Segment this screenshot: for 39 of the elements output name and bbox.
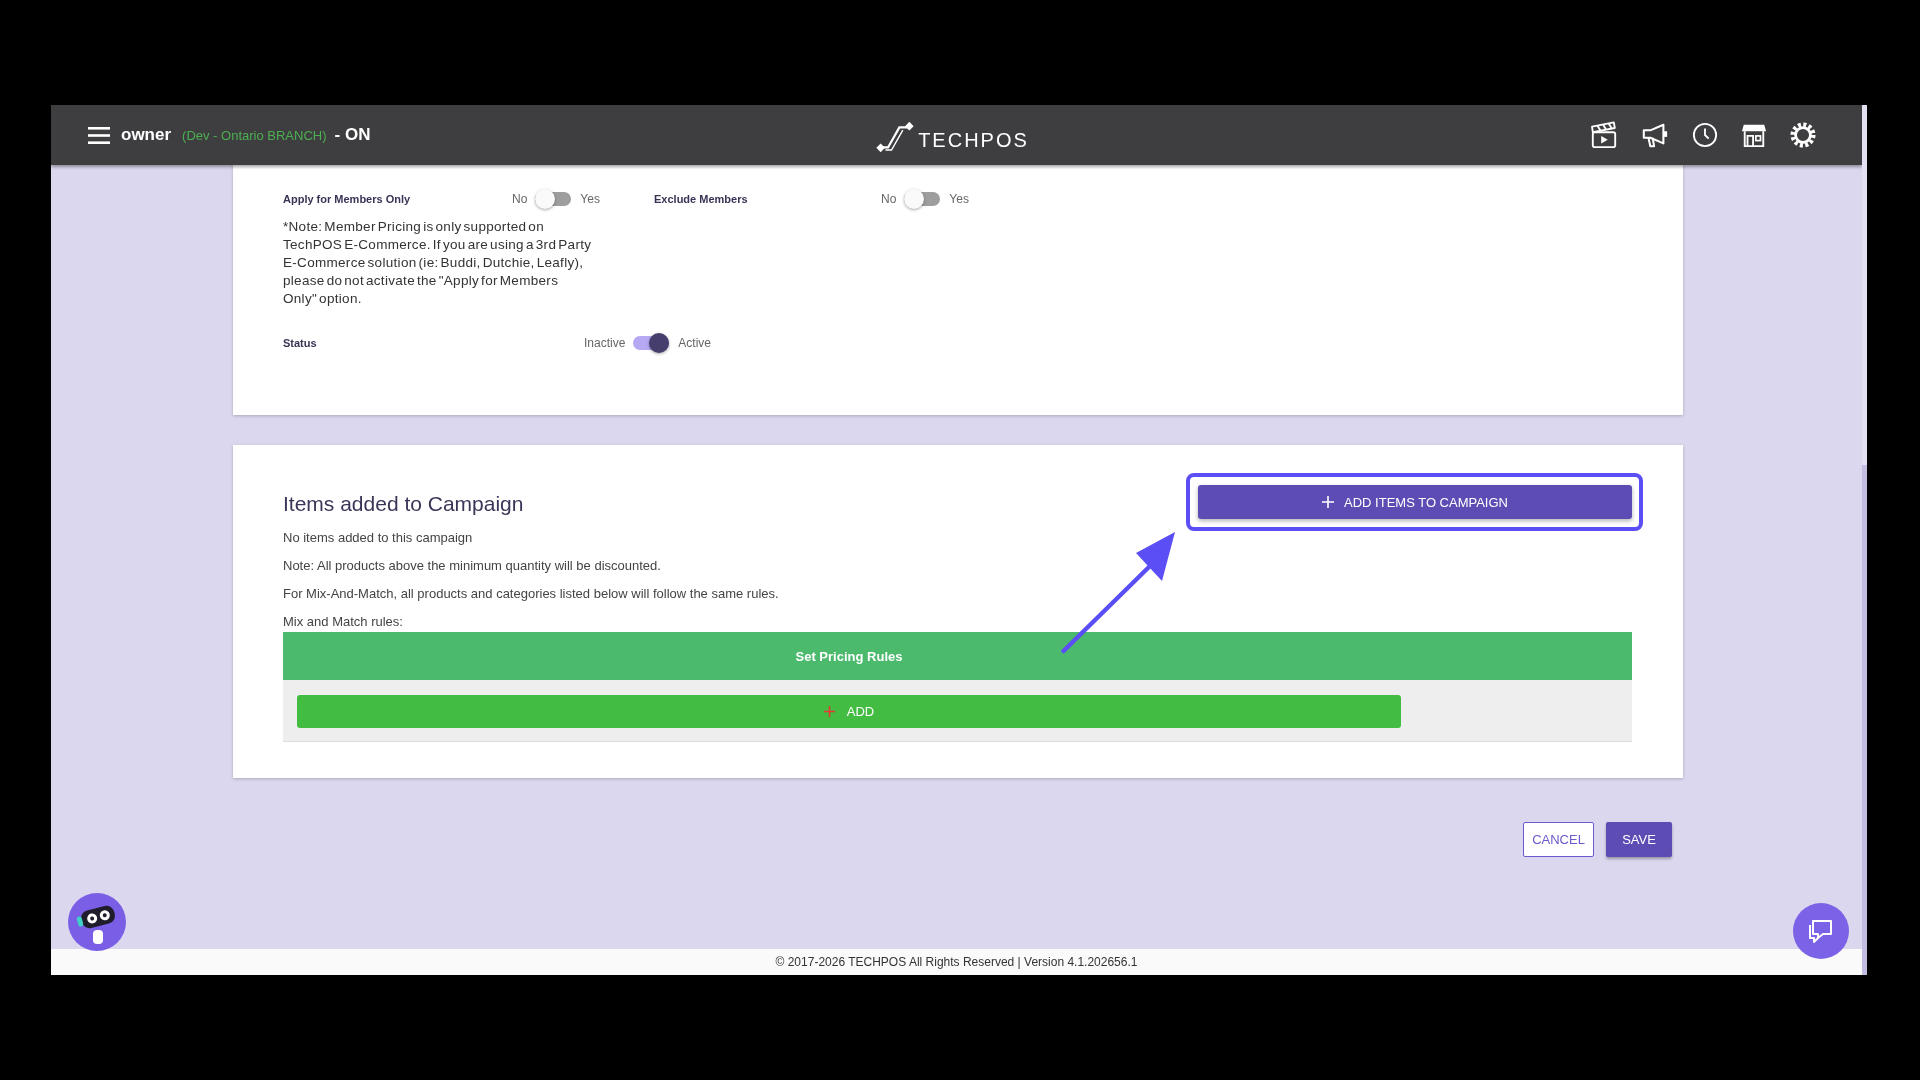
off-label: No [881,192,897,206]
settings-icon[interactable] [1790,122,1816,148]
toggle-switch[interactable] [535,189,572,209]
setting-label: Apply for Members Only [283,193,412,205]
megaphone-icon[interactable] [1641,121,1669,149]
toggle-switch[interactable] [633,333,670,353]
off-label: Inactive [584,336,626,350]
on-label: Yes [949,192,969,206]
copyright-text: © 2017-2026 TECHPOS All Rights Reserved | Version 4.1.202656.1 [775,955,1138,969]
plus-icon [823,706,835,717]
pricing-rules-header: Set Pricing Rules [283,632,1632,680]
cancel-button[interactable]: CANCEL [1523,822,1594,857]
add-items-button[interactable]: ADD ITEMS TO CAMPAIGN [1198,485,1632,519]
plus-icon [1322,496,1334,508]
setting-label: Status [283,337,318,349]
user-name: owner [121,125,172,145]
off-label: No [512,192,528,206]
info-text: Mix and Match rules: [283,613,404,631]
store-icon[interactable] [1741,122,1767,148]
scrollbar[interactable] [1862,105,1867,975]
member-pricing-note: *Note: Member Pricing is only supported on TechPOS E-Commerce. If you are using a 3rd Party E-Commerce solution (ie: Buddi, Dutchie, Leafly), please do not activate the "Apply for Members Only" option. [283,218,593,308]
save-button[interactable]: SAVE [1606,822,1672,857]
mode-label: - ON [334,125,371,145]
setting-label: Exclude Members [654,193,749,205]
menu-icon[interactable] [88,126,110,144]
logo-text: TECHPOS [918,129,1029,151]
on-label: Yes [580,192,600,206]
info-text: Note: All products above the minimum quantity will be discounted. [283,557,662,575]
toggle-switch[interactable] [904,189,941,209]
section-title: Items added to Campaign [283,491,524,517]
info-text: No items added to this campaign [283,529,474,547]
clock-icon[interactable] [1692,122,1718,148]
branch-label: (Dev - Ontario BRANCH) [182,127,327,143]
info-text: For Mix-And-Match, all products and categories listed below will follow the same rules. [283,585,780,603]
robot-icon[interactable] [68,893,126,951]
clapperboard-icon[interactable] [1590,121,1618,149]
chat-icon[interactable] [1793,903,1849,959]
on-label: Active [678,336,712,350]
logo-icon [875,120,916,154]
